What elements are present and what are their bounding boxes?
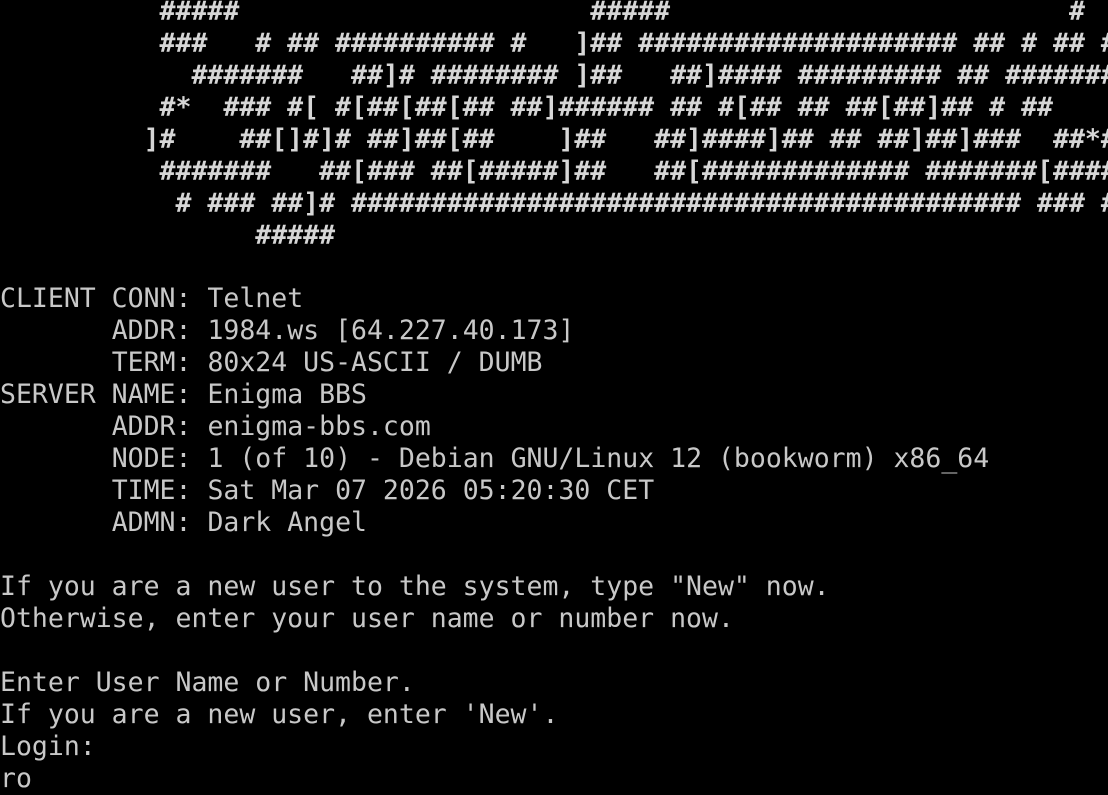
server-time-value: Sat Mar 07 2026 05:20:30 CET <box>207 475 655 506</box>
login-input-value[interactable]: ro <box>0 763 32 794</box>
existing-user-instruction: Otherwise, enter your user name or numbe… <box>0 603 734 634</box>
client-term-label: TERM: <box>111 347 192 378</box>
login-input[interactable]: ro <box>0 763 32 795</box>
server-addr-row: ADDR: enigma-bbs.com <box>0 411 431 443</box>
terminal-window[interactable]: ##### ##### # ### # ## ########## # ]## … <box>0 0 1108 794</box>
client-addr-row: ADDR: 1984.ws [64.227.40.173] <box>0 315 575 347</box>
client-conn-label: CLIENT CONN: <box>0 283 192 314</box>
server-node-label: NODE: <box>111 443 192 474</box>
banner-art-line: ##### <box>0 220 336 251</box>
new-user-hint: If you are a new user, enter 'New'. <box>0 699 559 730</box>
banner-art-line: ### # ## ########## # ]## ##############… <box>0 28 1108 59</box>
banner-art-line: ##### ##### # <box>0 0 1085 27</box>
banner-art-line: #* ### #[ #[##[##[## ##]###### ## #[## #… <box>0 92 1053 123</box>
server-time-label: TIME: <box>111 475 192 506</box>
banner-art-line: ####### ##[### ##[#####]## ##[##########… <box>0 156 1108 187</box>
server-node-row: NODE: 1 (of 10) - Debian GNU/Linux 12 (b… <box>0 443 990 475</box>
banner-art-line: ####### ##]# ######## ]## ##]#### ######… <box>0 60 1108 91</box>
server-node-value: 1 (of 10) - Debian GNU/Linux 12 (bookwor… <box>207 443 990 474</box>
client-addr-value: 1984.ws [64.227.40.173] <box>207 315 575 346</box>
server-addr-label: ADDR: <box>111 411 192 442</box>
client-addr-label: ADDR: <box>111 315 192 346</box>
server-addr-value: enigma-bbs.com <box>207 411 431 442</box>
client-conn-value: Telnet <box>207 283 304 314</box>
server-name-value: Enigma BBS <box>207 379 367 410</box>
client-term-row: TERM: 80x24 US-ASCII / DUMB <box>0 347 543 379</box>
server-name-row: SERVER NAME: Enigma BBS <box>0 379 367 411</box>
login-label: Login: <box>0 731 96 762</box>
login-heading: Enter User Name or Number. <box>0 667 415 698</box>
server-admin-row: ADMN: Dark Angel <box>0 507 367 539</box>
banner-art-line: ]# ##[]#]# ##]##[## ]## ##]####]## ## ##… <box>0 124 1108 155</box>
banner-art-line: # ### ##]# #############################… <box>0 188 1108 219</box>
server-admin-label: ADMN: <box>111 507 192 538</box>
client-conn-row: CLIENT CONN: Telnet <box>0 283 303 315</box>
new-user-instruction: If you are a new user to the system, typ… <box>0 571 830 602</box>
server-admin-value: Dark Angel <box>207 507 367 538</box>
server-name-label: SERVER NAME: <box>0 379 192 410</box>
client-term-value: 80x24 US-ASCII / DUMB <box>207 347 543 378</box>
server-time-row: TIME: Sat Mar 07 2026 05:20:30 CET <box>0 475 654 507</box>
